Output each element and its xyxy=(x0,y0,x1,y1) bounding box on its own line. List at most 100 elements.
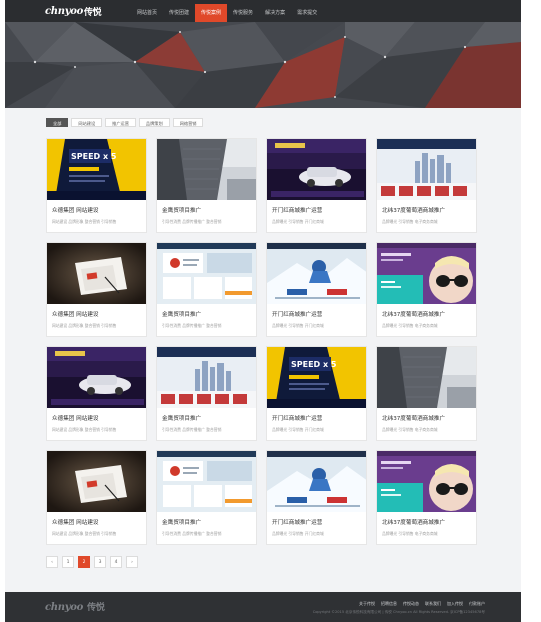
case-title[interactable]: 开门红商城推广运营 xyxy=(272,206,322,214)
case-title[interactable]: 众德集团 网站建设 xyxy=(52,518,99,526)
footer-copyright: Copyright ©2015 北京传悦科技有限公司 | 传悦 Chnyoo.c… xyxy=(312,610,485,614)
case-card[interactable]: 开门红商城推广运营 品牌曝光 引导销售 开门红商城 xyxy=(266,450,367,545)
case-card[interactable]: 开门红商城推广运营 品牌曝光 引导销售 开门红商城 xyxy=(266,242,367,337)
case-thumbnail[interactable] xyxy=(267,243,366,304)
case-title[interactable]: 开门红商城推广运营 xyxy=(272,310,322,318)
logo-text: chnyoo xyxy=(45,5,83,17)
case-thumbnail[interactable] xyxy=(47,243,146,304)
footer-logo-text: chnyoo xyxy=(45,602,83,613)
nav-item-6[interactable]: 需求提交 xyxy=(291,4,323,22)
case-card[interactable]: SPEED x 5 开门红商城推广运营 品牌曝光 引导销售 开门红商城 xyxy=(266,346,367,441)
case-card[interactable]: 北纬37度葡萄酒商城推广 品牌曝光 引导销售 电子商务商城 xyxy=(376,242,477,337)
case-thumbnail-image xyxy=(267,139,366,200)
filter-tab-1[interactable]: 全部 xyxy=(46,118,69,127)
case-tags: 品牌曝光 引导销售 电子商务商城 xyxy=(382,531,438,536)
case-title[interactable]: 北纬37度葡萄酒商城推广 xyxy=(382,310,445,318)
category-filters: 全部 网站建设 推广运营 品牌策划 网络营销 xyxy=(46,118,204,127)
case-tags: 品牌曝光 引导销售 开门红商城 xyxy=(272,427,324,432)
case-thumbnail[interactable] xyxy=(47,347,146,408)
main-nav: 网站首页 传悦团建 传悦案例 传悦服务 解决方案 需求提交 xyxy=(131,4,323,22)
case-thumbnail-image xyxy=(267,243,366,304)
case-thumbnail-image xyxy=(157,347,256,408)
case-thumbnail[interactable] xyxy=(47,451,146,512)
case-card[interactable]: 金鹰贸项目推广 引导性消费 品牌传播推广 整合营销 xyxy=(156,450,257,545)
case-thumbnail[interactable] xyxy=(267,139,366,200)
case-title[interactable]: 金鹰贸项目推广 xyxy=(162,414,201,422)
filter-tab-2[interactable]: 网站建设 xyxy=(71,118,103,127)
site-logo[interactable]: chnyoo 传悦 xyxy=(45,5,102,18)
footer-link-3[interactable]: 传悦动态 xyxy=(403,601,419,607)
case-tags: 网站建设 品牌形象 整合营销 引导销售 xyxy=(52,323,117,328)
case-title[interactable]: 众德集团 网站建设 xyxy=(52,206,99,214)
case-card[interactable]: 北纬37度葡萄酒商城推广 品牌曝光 引导销售 电子商务商城 xyxy=(376,450,477,545)
case-card[interactable]: 金鹰贸项目推广 引导性消费 品牌传播推广 整合营销 xyxy=(156,138,257,233)
filter-tab-3[interactable]: 推广运营 xyxy=(105,118,136,127)
case-card[interactable]: 开门红商城推广运营 品牌曝光 引导销售 开门红商城 xyxy=(266,138,367,233)
case-thumbnail[interactable] xyxy=(377,451,476,512)
case-thumbnail-image xyxy=(377,243,476,304)
case-title[interactable]: 北纬37度葡萄酒商城推广 xyxy=(382,206,445,214)
case-thumbnail[interactable] xyxy=(157,347,256,408)
case-thumbnail[interactable] xyxy=(377,139,476,200)
case-card[interactable]: 众德集团 网站建设网站建设 品牌形象 整合营销 引导销售 xyxy=(46,242,147,337)
page-3-button[interactable]: 3 xyxy=(94,556,106,568)
case-title[interactable]: 北纬37度葡萄酒商城推广 xyxy=(382,518,445,526)
page-4-button[interactable]: 4 xyxy=(110,556,122,568)
nav-item-3[interactable]: 传悦案例 xyxy=(195,4,228,22)
footer-link-6[interactable]: 付款账户 xyxy=(469,601,485,607)
case-title[interactable]: 金鹰贸项目推广 xyxy=(162,310,201,318)
case-tags: 品牌曝光 引导销售 开门红商城 xyxy=(272,323,324,328)
case-thumbnail-image xyxy=(267,451,366,512)
case-thumbnail[interactable]: SPEED x 5 xyxy=(267,347,366,408)
case-thumbnail[interactable] xyxy=(157,139,256,200)
nav-item-5[interactable]: 解决方案 xyxy=(259,4,291,22)
case-title[interactable]: 众德集团 网站建设 xyxy=(52,310,99,318)
footer-link-2[interactable]: 招聘信息 xyxy=(381,601,397,607)
case-title[interactable]: 北纬37度葡萄酒商城推广 xyxy=(382,414,445,422)
case-tags: 品牌曝光 引导销售 开门红商城 xyxy=(272,219,324,224)
page-2-button[interactable]: 2 xyxy=(78,556,90,568)
nav-item-1[interactable]: 网站首页 xyxy=(131,4,163,22)
page-1-button[interactable]: 1 xyxy=(62,556,74,568)
footer-logo[interactable]: chnyoo 传悦 xyxy=(45,600,105,613)
nav-item-2[interactable]: 传悦团建 xyxy=(163,4,195,22)
case-card[interactable]: SPEED x 5 众德集团 网站建设 网站建设 品牌形象 整合营销 引导销售 xyxy=(46,138,147,233)
prev-page-button[interactable]: ‹ xyxy=(46,556,58,568)
case-thumbnail[interactable]: SPEED x 5 xyxy=(47,139,146,200)
footer-logo-cn: 传悦 xyxy=(87,603,105,613)
case-card[interactable]: 众德集团 网站建设 网站建设 品牌形象 整合营销 引导销售 xyxy=(46,346,147,441)
case-card[interactable]: 北纬37度葡萄酒商城推广 品牌曝光 引导销售 电子商务商城 xyxy=(376,346,477,441)
case-thumbnail-image xyxy=(377,347,476,408)
svg-text:SPEED x 5: SPEED x 5 xyxy=(291,360,337,369)
case-title[interactable]: 众德集团 网站建设 xyxy=(52,414,99,422)
case-title[interactable]: 开门红商城推广运营 xyxy=(272,518,322,526)
case-tags: 网站建设 品牌形象 整合营销 引导销售 xyxy=(52,531,117,536)
filter-tab-4[interactable]: 品牌策划 xyxy=(138,118,170,127)
case-thumbnail[interactable] xyxy=(377,243,476,304)
case-card[interactable]: 金鹰贸项目推广 引导性消费 品牌传播推广 整合营销 xyxy=(156,346,257,441)
footer-link-4[interactable]: 联系我们 xyxy=(425,601,441,607)
case-card[interactable]: 金鹰贸项目推广引导性消费 品牌传播推广 整合营销 xyxy=(156,242,257,337)
case-thumbnail[interactable] xyxy=(377,347,476,408)
case-tags: 引导性消费 品牌传播推广 整合营销 xyxy=(162,323,222,328)
case-thumbnail-image xyxy=(157,243,256,304)
logo-cn: 传悦 xyxy=(83,7,102,18)
case-card[interactable]: 北纬37度葡萄酒商城推广 品牌曝光 引导销售 电子商务商城 xyxy=(376,138,477,233)
case-title[interactable]: 开门红商城推广运营 xyxy=(272,414,322,422)
case-card[interactable]: 众德集团 网站建设网站建设 品牌形象 整合营销 引导销售 xyxy=(46,450,147,545)
case-title[interactable]: 金鹰贸项目推广 xyxy=(162,518,201,526)
next-page-button[interactable]: › xyxy=(126,556,138,568)
filter-tab-5[interactable]: 网络营销 xyxy=(172,118,204,127)
case-thumbnail-image: SPEED x 5 xyxy=(47,139,146,200)
footer-link-5[interactable]: 加入传悦 xyxy=(447,601,463,607)
case-thumbnail[interactable] xyxy=(157,243,256,304)
case-title[interactable]: 金鹰贸项目推广 xyxy=(162,206,201,214)
case-tags: 品牌曝光 引导销售 电子商务商城 xyxy=(382,219,438,224)
case-thumbnail[interactable] xyxy=(267,451,366,512)
case-thumbnail[interactable] xyxy=(157,451,256,512)
case-tags: 品牌曝光 引导销售 电子商务商城 xyxy=(382,323,438,328)
case-thumbnail-image: SPEED x 5 xyxy=(267,347,366,408)
footer-link-1[interactable]: 关于传悦 xyxy=(359,601,375,607)
nav-item-4[interactable]: 传悦服务 xyxy=(227,4,259,22)
case-thumbnail-image xyxy=(377,139,476,200)
